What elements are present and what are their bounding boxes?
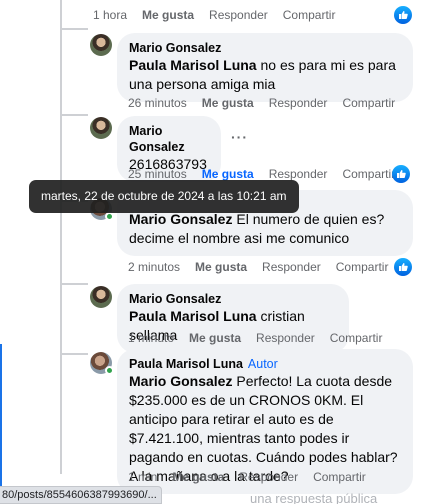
- online-status-dot: [105, 212, 114, 221]
- comment-time[interactable]: 1 min: [128, 470, 157, 484]
- like-button[interactable]: Me gusta: [172, 470, 224, 484]
- avatar[interactable]: [90, 352, 114, 375]
- like-button[interactable]: Me gusta: [195, 260, 247, 274]
- mention[interactable]: Paula Marisol Luna: [129, 57, 257, 73]
- comment-time[interactable]: 26 minutos: [128, 96, 187, 110]
- comment-actions: 25 minutos Me gusta Responder Compartir: [128, 167, 410, 181]
- share-button[interactable]: Compartir: [336, 260, 389, 274]
- avatar[interactable]: [90, 34, 112, 56]
- online-status-dot: [105, 366, 114, 375]
- avatar[interactable]: [90, 286, 112, 308]
- reply-button[interactable]: Responder: [269, 167, 328, 181]
- comment-bubble: Mario Gonsalez Paula Marisol Luna no es …: [117, 33, 413, 102]
- like-reaction-icon[interactable]: [394, 6, 412, 24]
- author-badge: Autor: [247, 357, 278, 371]
- share-button[interactable]: Compartir: [342, 167, 395, 181]
- reply-button[interactable]: Responder: [269, 96, 328, 110]
- like-reaction-icon[interactable]: [392, 165, 410, 183]
- like-reaction-icon[interactable]: [394, 258, 412, 276]
- comment-author[interactable]: Mario Gonsalez: [129, 123, 209, 155]
- reply-button[interactable]: Responder: [262, 260, 321, 274]
- left-accent-bar: [0, 344, 2, 494]
- comment-actions: 26 minutos Me gusta Responder Compartir: [128, 96, 410, 110]
- comment-actions: 1 hora Me gusta Responder Compartir: [93, 8, 350, 22]
- share-button[interactable]: Compartir: [283, 8, 336, 22]
- thread-branch: [60, 283, 88, 285]
- comment-text: Paula Marisol Luna no es para mi es para…: [129, 57, 396, 92]
- more-options-icon[interactable]: ···: [231, 129, 248, 145]
- comment-time[interactable]: 25 minutos: [128, 167, 187, 181]
- thread-branch: [60, 353, 88, 355]
- thread-branch: [60, 28, 88, 30]
- like-button[interactable]: Me gusta: [202, 96, 254, 110]
- comment-actions: 2 minutos Me gusta Responder Compartir: [128, 260, 403, 274]
- comment-author: Paula Marisol Luna Autor: [129, 356, 401, 372]
- comment-actions: 1 min Me gusta Responder Compartir: [128, 470, 381, 484]
- comments-panel: 1 hora Me gusta Responder Compartir Mari…: [0, 0, 442, 504]
- comment-time[interactable]: 2 minutos: [128, 260, 180, 274]
- comment-text: Mario Gonsalez Perfecto! La cuota desde …: [129, 373, 398, 484]
- comment-text: Mario Gonsalez El numero de quien es? de…: [129, 211, 385, 246]
- avatar[interactable]: [90, 117, 112, 139]
- mention[interactable]: Paula Marisol Luna: [129, 308, 257, 324]
- reply-prompt[interactable]: una respuesta pública: [250, 491, 377, 504]
- mention[interactable]: Mario Gonsalez: [129, 373, 232, 389]
- share-button[interactable]: Compartir: [313, 470, 366, 484]
- comment-actions: 1 minuto Me gusta Responder Compartir: [128, 331, 397, 345]
- reply-button[interactable]: Responder: [239, 470, 298, 484]
- like-button[interactable]: Me gusta: [142, 8, 194, 22]
- link-status-bar: 80/posts/8554606387993690/...: [0, 486, 162, 504]
- like-button[interactable]: Me gusta: [202, 167, 254, 181]
- thread-line: [60, 0, 62, 474]
- comment-author[interactable]: Mario Gonsalez: [129, 40, 401, 56]
- reply-button[interactable]: Responder: [256, 331, 315, 345]
- comment-time[interactable]: 1 minuto: [128, 331, 174, 345]
- timestamp-tooltip: martes, 22 de octubre de 2024 a las 10:2…: [29, 180, 299, 213]
- thread-branch: [60, 114, 88, 116]
- comment-time[interactable]: 1 hora: [93, 8, 127, 22]
- mention[interactable]: Mario Gonsalez: [129, 211, 232, 227]
- reply-button[interactable]: Responder: [209, 8, 268, 22]
- author-name[interactable]: Paula Marisol Luna: [129, 357, 243, 371]
- share-button[interactable]: Compartir: [330, 331, 383, 345]
- comment-author[interactable]: Mario Gonsalez: [129, 291, 337, 307]
- share-button[interactable]: Compartir: [342, 96, 395, 110]
- like-button[interactable]: Me gusta: [189, 331, 241, 345]
